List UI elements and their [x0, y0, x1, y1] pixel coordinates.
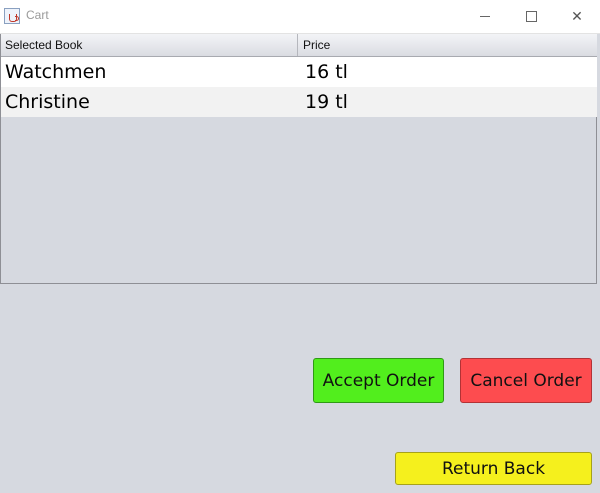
table-row[interactable]: Watchmen 16 tl — [1, 57, 597, 87]
title-bar: Cart ✕ — [0, 0, 600, 34]
window-title: Cart — [26, 8, 49, 22]
price-cell: 16 tl — [305, 61, 348, 83]
java-coffee-icon — [4, 8, 20, 24]
table-row[interactable]: Christine 19 tl — [1, 87, 597, 117]
accept-order-button[interactable]: Accept Order — [313, 358, 444, 403]
close-button[interactable]: ✕ — [554, 0, 600, 33]
cancel-order-button[interactable]: Cancel Order — [460, 358, 592, 403]
book-cell: Christine — [5, 91, 90, 113]
close-icon: ✕ — [571, 8, 583, 25]
table-header: Selected Book Price — [1, 34, 597, 57]
minimize-icon — [480, 16, 490, 17]
maximize-button[interactable] — [508, 0, 554, 33]
book-cell: Watchmen — [5, 61, 107, 83]
price-cell: 19 tl — [305, 91, 348, 113]
column-header-selected-book[interactable]: Selected Book — [1, 34, 298, 56]
return-back-button[interactable]: Return Back — [395, 452, 592, 485]
cart-table: Selected Book Price Watchmen 16 tl Chris… — [0, 34, 597, 284]
maximize-icon — [525, 11, 537, 22]
minimize-button[interactable] — [462, 0, 508, 33]
column-header-price[interactable]: Price — [299, 34, 597, 56]
